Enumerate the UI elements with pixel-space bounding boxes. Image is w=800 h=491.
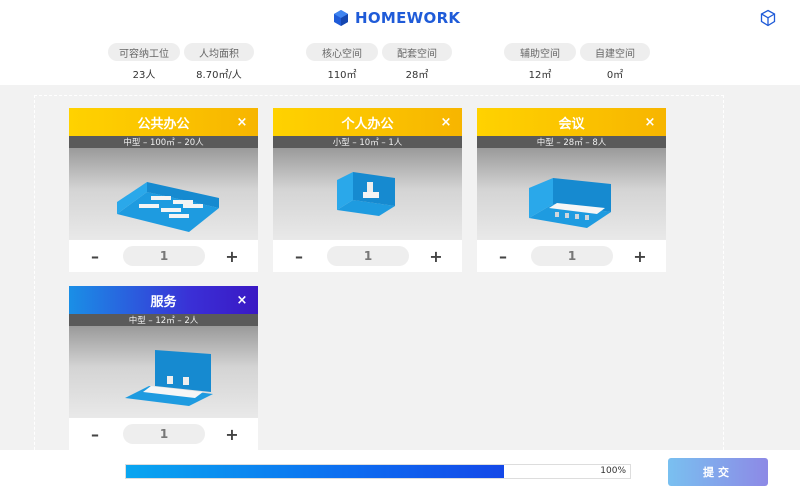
increment-button[interactable]: + <box>630 246 650 266</box>
stat-value-auxiliary-space: 12㎡ <box>528 69 552 81</box>
stat-label-support-space: 配套空间 <box>382 43 452 61</box>
increment-button[interactable]: + <box>222 246 242 266</box>
room-render-image <box>477 148 666 240</box>
stat-value-core-space: 110㎡ <box>327 69 357 81</box>
quantity-value[interactable]: 1 <box>123 246 205 266</box>
stat-label-core-space: 核心空间 <box>306 43 378 61</box>
hexagon-cube-icon <box>334 10 348 26</box>
quantity-value[interactable]: 1 <box>531 246 613 266</box>
card-title: 个人办公 <box>341 116 394 132</box>
space-card-service[interactable]: 服务 × 中型 – 12㎡ – 2人 – 1 + <box>69 286 258 450</box>
progress-fill <box>126 465 504 478</box>
stat-value-support-space: 28㎡ <box>405 69 429 81</box>
decrement-button[interactable]: – <box>85 424 105 444</box>
room-render-image <box>69 148 258 240</box>
card-title: 服务 <box>150 294 177 310</box>
card-header: 服务 × <box>69 286 258 314</box>
quantity-stepper: – 1 + <box>69 418 258 450</box>
increment-button[interactable]: + <box>222 424 242 444</box>
card-subtitle: 中型 – 100㎡ – 20人 <box>69 136 258 148</box>
brand-logo[interactable]: HOMEWORK <box>333 8 460 28</box>
card-header: 个人办公 × <box>273 108 462 136</box>
stat-label-per-capita-area: 人均面积 <box>184 43 254 61</box>
3d-cube-icon[interactable] <box>760 9 776 27</box>
workspace-area: 公共办公 × 中型 – 100㎡ – 20人 – 1 + 个人办公 × 小型 –… <box>0 85 800 450</box>
card-subtitle: 中型 – 28㎡ – 8人 <box>477 136 666 148</box>
card-subtitle: 中型 – 12㎡ – 2人 <box>69 314 258 326</box>
card-header: 公共办公 × <box>69 108 258 136</box>
stat-value-per-capita-area: 8.70㎡/人 <box>196 69 242 81</box>
card-title: 公共办公 <box>137 116 190 132</box>
card-title: 会议 <box>558 116 585 132</box>
close-icon[interactable]: × <box>438 114 454 130</box>
stat-label-workstations: 可容纳工位 <box>108 43 180 61</box>
stat-value-workstations: 23人 <box>132 69 156 81</box>
room-render-image <box>273 148 462 240</box>
card-header: 会议 × <box>477 108 666 136</box>
quantity-value[interactable]: 1 <box>327 246 409 266</box>
space-card-public-office[interactable]: 公共办公 × 中型 – 100㎡ – 20人 – 1 + <box>69 108 258 272</box>
progress-percent: 100% <box>600 466 626 476</box>
decrement-button[interactable]: – <box>289 246 309 266</box>
increment-button[interactable]: + <box>426 246 446 266</box>
card-subtitle: 小型 – 10㎡ – 1人 <box>273 136 462 148</box>
quantity-value[interactable]: 1 <box>123 424 205 444</box>
space-card-private-office[interactable]: 个人办公 × 小型 – 10㎡ – 1人 – 1 + <box>273 108 462 272</box>
space-progress-bar: 100% <box>125 464 631 479</box>
bottom-bar: 100% 提交 <box>0 450 800 491</box>
top-bar: HOMEWORK <box>0 0 800 36</box>
close-icon[interactable]: × <box>642 114 658 130</box>
decrement-button[interactable]: – <box>493 246 513 266</box>
stat-label-auxiliary-space: 辅助空间 <box>504 43 576 61</box>
room-render-image <box>69 326 258 418</box>
space-card-meeting[interactable]: 会议 × 中型 – 28㎡ – 8人 – 1 + <box>477 108 666 272</box>
close-icon[interactable]: × <box>234 292 250 308</box>
brand-name: HOMEWORK <box>355 9 461 27</box>
stat-label-custom-space: 自建空间 <box>580 43 650 61</box>
space-stats: 可容纳工位 23人 人均面积 8.70㎡/人 核心空间 110㎡ 配套空间 28… <box>0 42 800 84</box>
stat-value-custom-space: 0㎡ <box>606 69 624 81</box>
decrement-button[interactable]: – <box>85 246 105 266</box>
quantity-stepper: – 1 + <box>273 240 462 272</box>
quantity-stepper: – 1 + <box>69 240 258 272</box>
submit-button[interactable]: 提交 <box>668 458 768 486</box>
close-icon[interactable]: × <box>234 114 250 130</box>
quantity-stepper: – 1 + <box>477 240 666 272</box>
